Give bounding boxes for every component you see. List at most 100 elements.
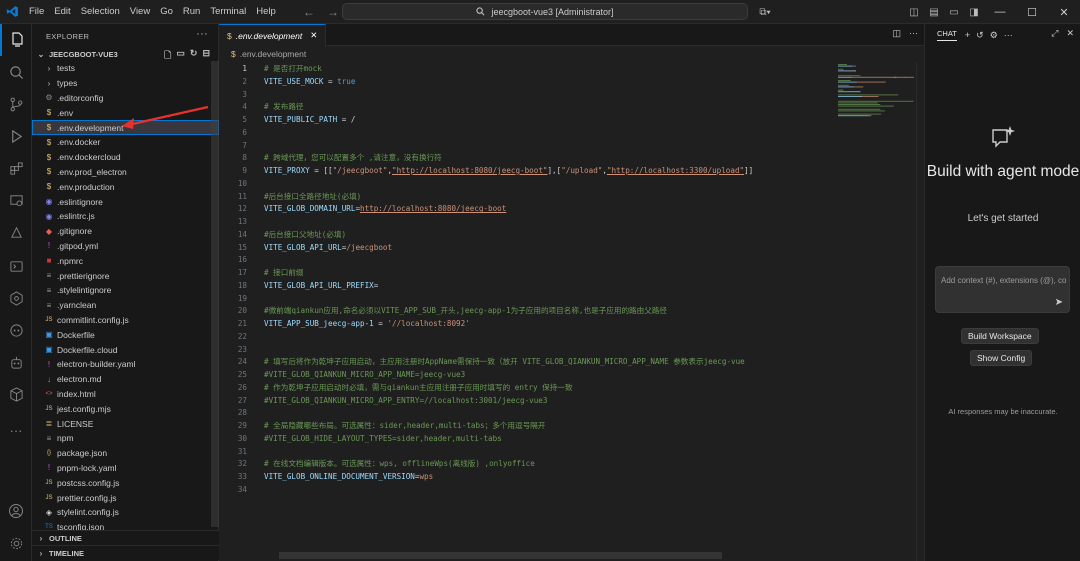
robot-icon[interactable] xyxy=(0,346,32,378)
tree-file[interactable]: ! .gitpod.yml xyxy=(32,239,219,254)
tree-file[interactable]: $ .env.production xyxy=(32,179,219,194)
menu-item-terminal[interactable]: Terminal xyxy=(205,0,251,24)
tree-file[interactable]: ! pnpm-lock.yaml xyxy=(32,461,219,476)
tab-env-development[interactable]: $ .env.development ✕ xyxy=(219,24,327,46)
lines-icon: ≡ xyxy=(46,285,52,295)
new-chat-icon[interactable]: + xyxy=(965,30,970,41)
code-token[interactable]: "http://localhost:8080/jeecg-boot" xyxy=(392,166,547,175)
send-icon[interactable]: ➤ xyxy=(1055,297,1063,308)
code-line: VITE_GLOB_ONLINE_DOCUMENT_VERSION=wps xyxy=(264,471,433,484)
gitlens-icon[interactable] xyxy=(0,282,32,314)
remote-explorer-icon[interactable] xyxy=(0,184,32,216)
tree-file[interactable]: ◉ .eslintignore xyxy=(32,194,219,209)
source-control-icon[interactable] xyxy=(0,88,32,120)
back-arrow-icon[interactable]: ← xyxy=(303,5,315,19)
code-token: true xyxy=(337,76,356,86)
code-token[interactable]: "http://localhost:3300/upload" xyxy=(607,166,744,175)
extensions-icon[interactable] xyxy=(0,152,32,184)
show-config-button[interactable]: Show Config xyxy=(970,350,1033,366)
project-header[interactable]: ⌄ JEECGBOOT-VUE3 🗋 ▭ ↻ ⊟ xyxy=(32,48,218,61)
minimap[interactable] xyxy=(836,62,916,122)
build-workspace-button[interactable]: Build Workspace xyxy=(961,328,1039,344)
tree-file[interactable]: ≡ .stylelintignore xyxy=(32,283,219,298)
history-icon[interactable]: ↺ xyxy=(976,30,984,41)
tree-file[interactable]: ■ .npmrc xyxy=(32,253,219,268)
chat-input[interactable]: Add context (#), extensions (@), command… xyxy=(935,266,1070,313)
tree-file[interactable]: ▣ Dockerfile.cloud xyxy=(32,342,219,357)
more-actions-icon[interactable]: ··· xyxy=(196,28,208,40)
tree-file[interactable]: $ .env.docker xyxy=(32,135,219,150)
menu-item-selection[interactable]: Selection xyxy=(76,0,125,24)
code-token: = xyxy=(373,319,388,328)
tree-file[interactable]: ▣ Dockerfile xyxy=(32,327,219,342)
copilot-icon[interactable]: ⧉▾ xyxy=(755,0,775,24)
menu-item-view[interactable]: View xyxy=(125,0,155,24)
toggle-secondary-sidebar-icon[interactable]: ◨ xyxy=(964,0,984,24)
explorer-icon[interactable] xyxy=(0,24,32,56)
tab-close-icon[interactable]: ✕ xyxy=(310,30,317,41)
menu-item-file[interactable]: File xyxy=(24,0,49,24)
tree-file[interactable]: ◈ stylelint.config.js xyxy=(32,505,219,520)
code-token[interactable]: http://localhost:8080/jeecg-boot xyxy=(360,204,506,213)
forward-arrow-icon[interactable]: → xyxy=(327,5,339,19)
breadcrumb-file[interactable]: .env.development xyxy=(240,49,306,59)
tree-file[interactable]: ◆ .gitignore xyxy=(32,224,219,239)
tree-folder[interactable]: › tests xyxy=(32,61,219,76)
maximize-panel-icon[interactable]: ⤢ xyxy=(1051,28,1058,39)
package-icon[interactable] xyxy=(0,378,32,410)
tree-file[interactable]: ! electron-builder.yaml xyxy=(32,357,219,372)
minimize-icon[interactable]: — xyxy=(984,0,1016,24)
copilot-chat-icon[interactable] xyxy=(0,314,32,346)
run-debug-icon[interactable] xyxy=(0,120,32,152)
menu-item-go[interactable]: Go xyxy=(155,0,178,24)
split-editor-icon[interactable]: ◫ xyxy=(892,28,901,39)
chat-tab[interactable]: CHAT xyxy=(937,29,957,41)
minimap-token xyxy=(838,81,856,83)
tree-file[interactable]: ≣ LICENSE xyxy=(32,416,219,431)
tree-folder[interactable]: › types xyxy=(32,76,219,91)
editor-more-icon[interactable]: ··· xyxy=(909,28,918,39)
tree-file[interactable]: ≡ npm xyxy=(32,431,219,446)
code-token: # 跨域代理，您可以配置多个 ,请注意，没有换行符 xyxy=(264,153,442,163)
outline-section[interactable]: › OUTLINE xyxy=(32,530,219,545)
tree-file[interactable]: $ .env xyxy=(32,105,219,120)
more-icon[interactable]: ··· xyxy=(0,414,32,446)
tree-file[interactable]: JS prettier.config.js xyxy=(32,490,219,505)
close-icon[interactable]: ✕ xyxy=(1048,0,1080,24)
tree-file[interactable]: $ .env.development xyxy=(32,120,219,135)
chat-settings-icon[interactable]: ⚙ xyxy=(990,30,998,41)
tree-file[interactable]: ◉ .eslintrc.js xyxy=(32,209,219,224)
code-area[interactable]: 1 # 是否打开mock 2 VITE_USE_MOCK = true 3 4 # 发布路径… xyxy=(219,62,839,561)
tree-file[interactable]: ≡ .prettierignore xyxy=(32,268,219,283)
sidebar-scrollbar[interactable] xyxy=(211,61,219,527)
tree-file[interactable]: $ .env.prod_electron xyxy=(32,165,219,180)
terminal-icon[interactable] xyxy=(0,250,32,282)
command-center[interactable]: jeecgboot-vue3 [Administrator] xyxy=(342,3,748,20)
tree-file[interactable]: {} package.json xyxy=(32,446,219,461)
editor-horizontal-scrollbar[interactable] xyxy=(279,552,722,559)
testing-icon[interactable] xyxy=(0,216,32,248)
close-panel-icon[interactable]: ✕ xyxy=(1066,28,1074,39)
search-icon[interactable] xyxy=(0,56,32,88)
toggle-sidebar-icon[interactable]: ▤ xyxy=(924,0,944,24)
account-icon[interactable] xyxy=(0,495,32,527)
editor-vertical-scrollbar[interactable] xyxy=(916,62,924,561)
tree-file[interactable]: JS jest.config.mjs xyxy=(32,401,219,416)
settings-gear-icon[interactable] xyxy=(0,527,32,559)
tree-file[interactable]: $ .env.dockercloud xyxy=(32,150,219,165)
toggle-layout-icon[interactable]: ◫ xyxy=(904,0,924,24)
timeline-section[interactable]: › TIMELINE xyxy=(32,545,219,560)
tree-file[interactable]: JS postcss.config.js xyxy=(32,475,219,490)
maximize-icon[interactable]: ☐ xyxy=(1016,0,1048,24)
menu-item-run[interactable]: Run xyxy=(178,0,205,24)
tree-file[interactable]: ⚙ .editorconfig xyxy=(32,91,219,106)
tree-file[interactable]: ↓ electron.md xyxy=(32,372,219,387)
tree-file[interactable]: ≡ .yarnclean xyxy=(32,298,219,313)
tree-file[interactable]: JS commitlint.config.js xyxy=(32,313,219,328)
chevron-right-icon: › xyxy=(47,78,51,88)
chat-more-icon[interactable]: ··· xyxy=(1004,30,1013,41)
menu-item-help[interactable]: Help xyxy=(251,0,281,24)
menu-item-edit[interactable]: Edit xyxy=(49,0,75,24)
toggle-panel-icon[interactable]: ▭ xyxy=(944,0,964,24)
tree-file[interactable]: <> index.html xyxy=(32,387,219,402)
